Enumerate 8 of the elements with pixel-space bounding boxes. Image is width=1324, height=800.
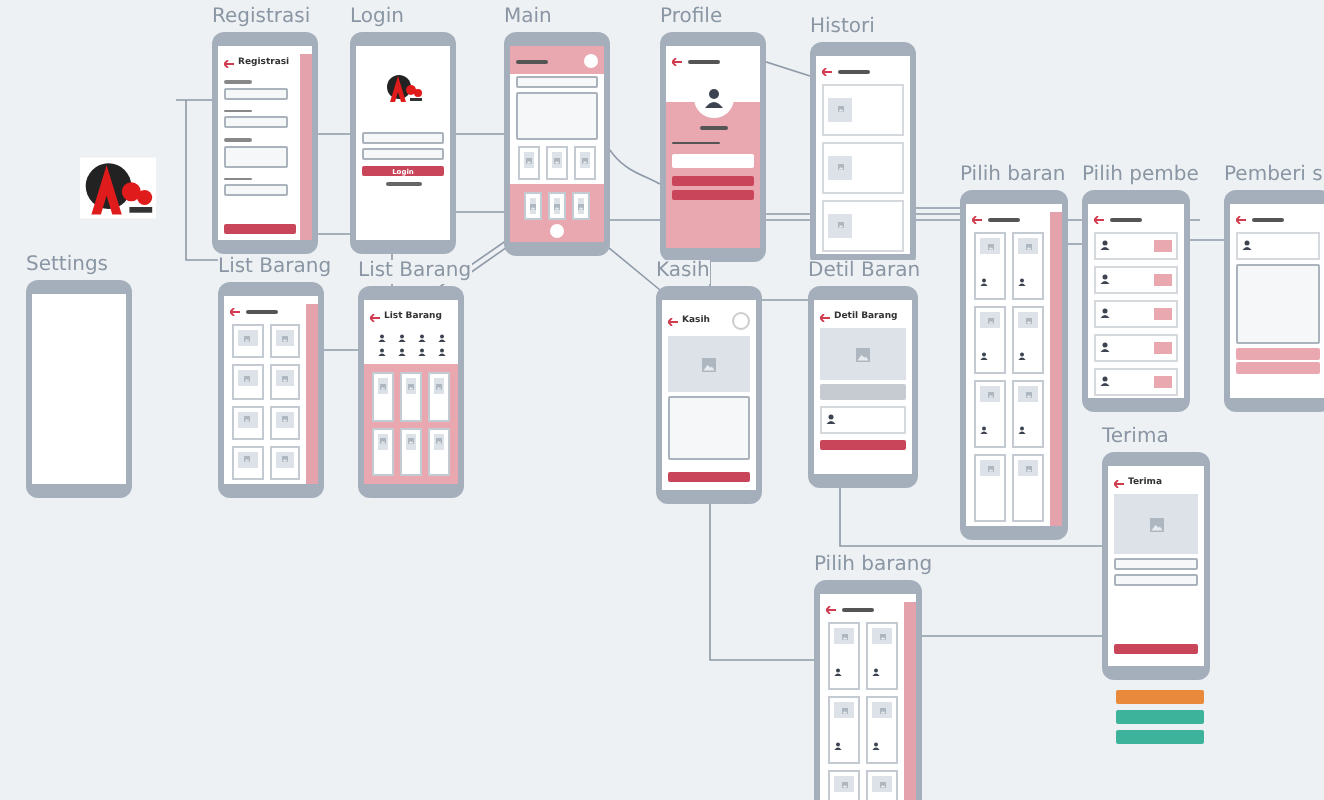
frame-title: Pilih barang [814, 554, 933, 578]
frame-title: Settings [26, 254, 109, 278]
frame-title: Login [350, 6, 404, 30]
frame-title: Kasih [656, 260, 710, 284]
frame-title: List Barang [358, 260, 472, 284]
frame-title: Registrasi [212, 6, 311, 30]
frame-title: Pilih pembe [1082, 164, 1199, 188]
frame-title: List Barang [218, 256, 332, 280]
